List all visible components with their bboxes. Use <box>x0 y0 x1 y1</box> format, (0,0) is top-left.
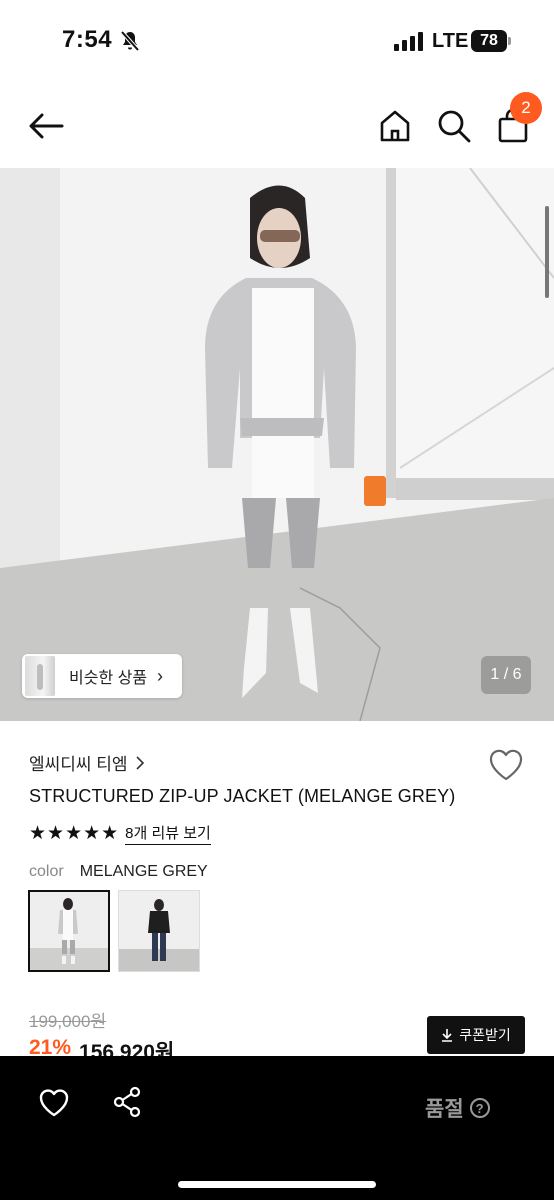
home-icon[interactable] <box>378 108 412 144</box>
cart-count-badge: 2 <box>510 92 542 124</box>
product-photo <box>0 168 554 721</box>
color-swatch-grey[interactable] <box>28 890 110 972</box>
product-image-gallery[interactable]: 비슷한 상품 › 1 / 6 <box>0 168 554 721</box>
star-rating-icon: ★★★★★ <box>29 823 120 844</box>
swatch-image <box>30 892 108 970</box>
top-nav: 2 <box>0 84 554 168</box>
back-arrow-icon[interactable] <box>26 108 66 144</box>
status-time: 7:54 <box>62 26 113 53</box>
signal-icon <box>394 32 423 51</box>
chevron-right-icon <box>136 755 144 770</box>
heart-icon[interactable] <box>38 1088 70 1118</box>
color-key: color <box>29 863 64 880</box>
original-price: 199,000원 <box>29 1012 107 1031</box>
sold-out-status: 품절 ? <box>425 1093 490 1123</box>
coupon-label: 쿠폰받기 <box>459 1027 511 1043</box>
download-icon <box>442 1029 453 1042</box>
brand-link[interactable]: 엘씨디씨 티엠 <box>29 750 144 775</box>
coupon-download-button[interactable]: 쿠폰받기 <box>427 1016 525 1054</box>
battery-icon: 78 <box>471 30 507 52</box>
bell-muted-icon <box>120 30 140 52</box>
network-label: LTE <box>432 30 469 52</box>
share-icon[interactable] <box>112 1086 142 1118</box>
battery-tip <box>508 37 511 45</box>
sold-out-label: 품절 <box>425 1098 464 1121</box>
product-page: 7:54 LTE 78 2 비슷한 상품 › 1 / 6 엘씨디씨 티엠 STR… <box>0 0 554 1200</box>
chevron-right-icon: › <box>157 665 164 686</box>
swatch-image <box>119 891 199 971</box>
status-bar: 7:54 LTE 78 <box>0 0 554 84</box>
color-value: MELANGE GREY <box>79 863 208 880</box>
product-title: STRUCTURED ZIP-UP JACKET (MELANGE GREY) <box>29 786 456 806</box>
scrollbar[interactable] <box>545 206 549 298</box>
search-icon[interactable] <box>436 108 472 144</box>
rating-row: ★★★★★ 8개 리뷰 보기 <box>29 822 211 845</box>
review-link[interactable]: 8개 리뷰 보기 <box>125 822 211 845</box>
similar-products-label: 비슷한 상품 <box>69 670 148 687</box>
home-indicator[interactable] <box>178 1181 376 1188</box>
image-counter: 1 / 6 <box>481 656 531 694</box>
color-swatch-black[interactable] <box>118 890 200 972</box>
bottom-action-bar: 품절 ? <box>0 1056 554 1200</box>
color-row: color MELANGE GREY <box>29 863 208 881</box>
brand-name: 엘씨디씨 티엠 <box>29 755 128 774</box>
similar-thumbnail <box>25 656 55 696</box>
wishlist-heart-icon[interactable] <box>488 748 524 782</box>
help-icon[interactable]: ? <box>469 1098 490 1118</box>
similar-products-button[interactable]: 비슷한 상품 › <box>22 654 182 698</box>
